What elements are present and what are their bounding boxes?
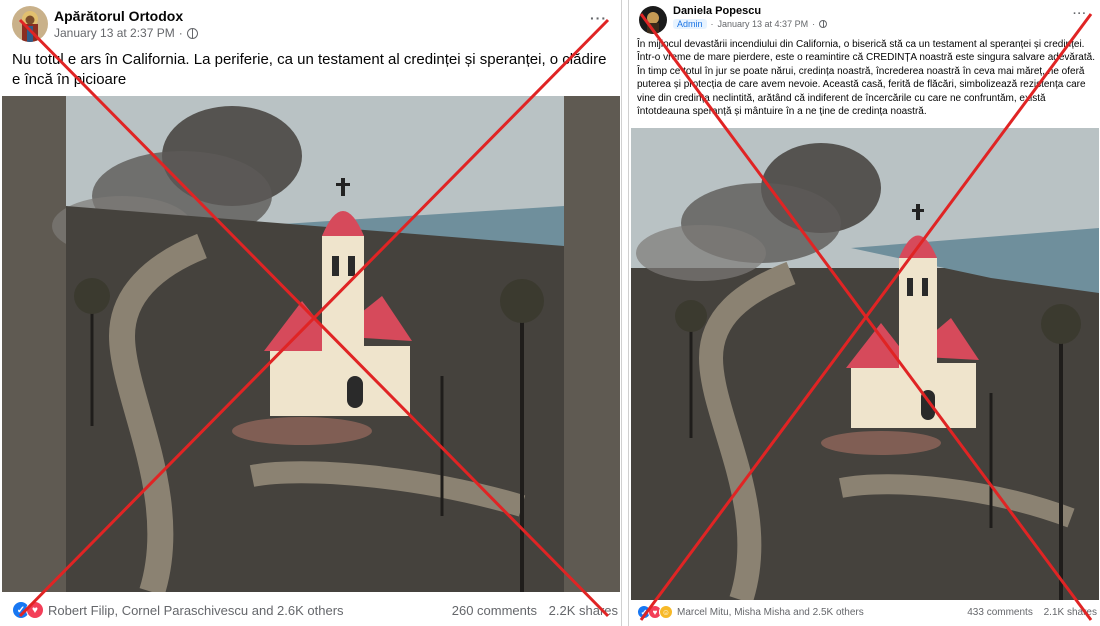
love-icon: ♥ <box>26 601 44 619</box>
post-text: În mijlocul devastării incendiului din C… <box>637 39 1095 118</box>
more-options-icon[interactable]: ··· <box>590 10 607 26</box>
post-meta: Admin · January 13 at 4:37 PM · <box>673 19 828 29</box>
shares-count[interactable]: 2.1K shares <box>1044 607 1097 618</box>
post-timestamp[interactable]: January 13 at 4:37 PM <box>718 19 809 29</box>
comments-count[interactable]: 433 comments <box>967 607 1033 618</box>
globe-icon <box>186 27 198 39</box>
author-name[interactable]: Daniela Popescu <box>673 5 761 17</box>
globe-icon <box>819 20 828 28</box>
reaction-icons[interactable]: ✓ ♥ ☺ <box>637 605 673 619</box>
right-post: Daniela Popescu Admin · January 13 at 4:… <box>628 0 1100 626</box>
reactions-bar: ✓ ♥ ☺ Marcel Mitu, Misha Misha and 2.5K … <box>637 604 1097 620</box>
left-post: Apărătorul Ortodox January 13 at 2:37 PM… <box>0 0 622 626</box>
reaction-icons[interactable]: ✓ ♥ <box>12 601 44 619</box>
post-meta: January 13 at 2:37 PM · <box>54 26 198 40</box>
meta-separator: · <box>812 19 816 29</box>
care-icon: ☺ <box>659 605 673 619</box>
more-options-icon[interactable]: ··· <box>1073 8 1087 20</box>
meta-separator: · <box>178 26 183 40</box>
reactions-bar: ✓ ♥ Robert Filip, Cornel Paraschivescu a… <box>12 600 618 620</box>
meta-separator: · <box>710 19 714 29</box>
post-photo[interactable] <box>2 96 620 592</box>
author-avatar[interactable] <box>12 6 48 42</box>
reactions-text[interactable]: Marcel Mitu, Misha Misha and 2.5K others <box>677 607 864 618</box>
author-name[interactable]: Apărătorul Ortodox <box>54 8 183 24</box>
post-photo[interactable] <box>631 128 1099 600</box>
post-timestamp[interactable]: January 13 at 2:37 PM <box>54 26 175 40</box>
reactions-text[interactable]: Robert Filip, Cornel Paraschivescu and 2… <box>48 603 344 618</box>
author-avatar[interactable] <box>639 6 667 34</box>
comments-count[interactable]: 260 comments <box>452 603 537 618</box>
post-text: Nu totul e ars în California. La perifer… <box>12 51 607 88</box>
shares-count[interactable]: 2.2K shares <box>549 603 618 618</box>
admin-badge: Admin <box>673 19 707 29</box>
